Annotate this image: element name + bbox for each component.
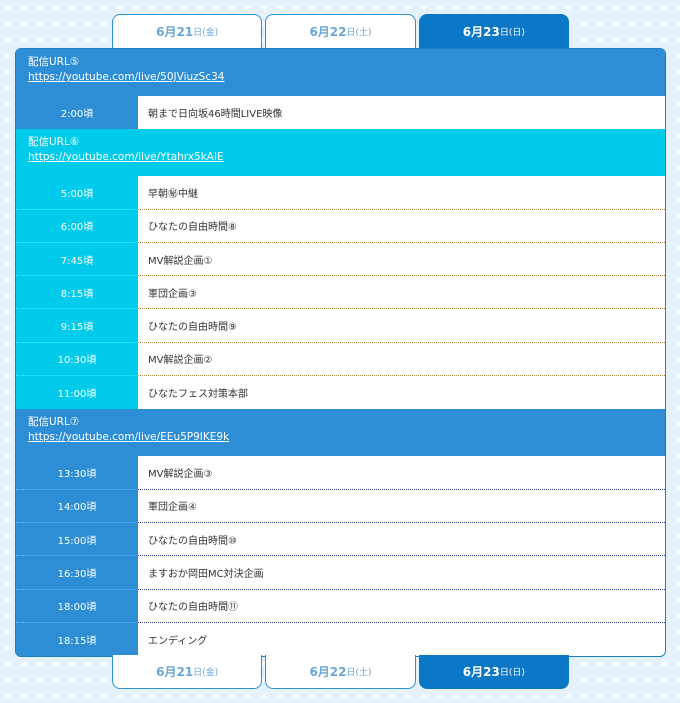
schedule-row: 7:45頃 MV解説企画①: [16, 242, 665, 277]
program-cell: ますおか岡田MC対決企画: [138, 556, 665, 590]
schedule-row: 9:15頃 ひなたの自由時間⑨: [16, 309, 665, 343]
tab-0621[interactable]: 6月21 日(金): [112, 655, 263, 689]
time-cell: 5:00頃: [16, 176, 138, 210]
schedule-row: 15:00頃 ひなたの自由時間⑩: [16, 522, 665, 557]
program-cell: ひなたの自由時間⑧: [138, 210, 665, 243]
time-cell: 8:15頃: [16, 276, 138, 310]
program-cell: ひなたの自由時間⑩: [138, 523, 665, 557]
stream-url-link[interactable]: https://youtube.com/live/50JViuzSc34: [28, 70, 653, 85]
time-cell: 7:45頃: [16, 242, 138, 277]
section-label: 配信URL⑥: [28, 136, 80, 149]
tab-0622[interactable]: 6月22 日(土): [265, 655, 416, 689]
program-cell: ひなたフェス対策本部: [148, 389, 248, 401]
time-cell: 10:30頃: [16, 342, 138, 377]
section-label: 配信URL⑦: [28, 416, 80, 429]
schedule-row: 2:00頃 朝まで日向坂46時間LIVE映像: [16, 96, 665, 130]
stream-section-5: 配信URL⑤ https://youtube.com/live/50JViuzS…: [16, 49, 665, 130]
stream-section-7: 配信URL⑦ https://youtube.com/live/EEu5P9IK…: [16, 409, 665, 656]
date-tabs-top: 6月21 日(金) 6月22 日(土) 6月23 日(日): [112, 14, 572, 48]
time-cell: 11:00頃: [16, 376, 138, 410]
schedule-row: 8:15頃 軍団企画③: [16, 276, 665, 310]
section-header: 配信URL⑥ https://youtube.com/live/Ytahrx5k…: [16, 129, 665, 177]
schedule-row: 18:00頃 ひなたの自由時間⑪: [16, 589, 665, 623]
program-cell: 朝まで日向坂46時間LIVE映像: [148, 109, 283, 121]
program-cell: MV解説企画③: [138, 456, 665, 490]
schedule-row: 14:00頃 軍団企画④: [16, 489, 665, 523]
section-header: 配信URL⑤ https://youtube.com/live/50JViuzS…: [16, 49, 665, 96]
section-header: 配信URL⑦ https://youtube.com/live/EEu5P9IK…: [16, 409, 665, 457]
time-cell: 13:30頃: [16, 456, 138, 490]
program-cell: 軍団企画④: [138, 490, 665, 523]
time-cell: 18:00頃: [16, 589, 138, 623]
time-cell: 15:00頃: [16, 522, 138, 557]
time-cell: 14:00頃: [16, 489, 138, 523]
tab-0622[interactable]: 6月22 日(土): [265, 14, 416, 48]
time-cell: 2:00頃: [16, 96, 138, 130]
time-cell: 16:30頃: [16, 556, 138, 590]
section-label: 配信URL⑤: [28, 56, 80, 68]
time-cell: 9:15頃: [16, 309, 138, 343]
schedule-row: 11:00頃 ひなたフェス対策本部: [16, 376, 665, 410]
program-cell: ひなたの自由時間⑨: [138, 309, 665, 343]
program-cell: 軍団企画③: [138, 276, 665, 310]
stream-url-link[interactable]: https://youtube.com/live/Ytahrx5kAlE: [28, 150, 653, 165]
schedule-panel: 配信URL⑤ https://youtube.com/live/50JViuzS…: [15, 48, 666, 657]
program-cell: MV解説企画①: [138, 243, 665, 277]
program-cell: MV解説企画②: [138, 343, 665, 377]
schedule-row: 16:30頃 ますおか岡田MC対決企画: [16, 556, 665, 590]
stream-section-6: 配信URL⑥ https://youtube.com/live/Ytahrx5k…: [16, 129, 665, 410]
schedule-row: 10:30頃 MV解説企画②: [16, 342, 665, 377]
tab-0623[interactable]: 6月23 日(日): [418, 655, 569, 689]
program-cell: エンディング: [148, 636, 208, 647]
program-cell: ひなたの自由時間⑪: [138, 590, 665, 623]
time-cell: 6:00頃: [16, 209, 138, 243]
schedule-row: 5:00頃 早朝㊙中継: [16, 176, 665, 210]
schedule-row: 18:15頃 エンディング: [16, 622, 665, 656]
schedule-row: 13:30頃 MV解説企画③: [16, 456, 665, 490]
tab-0621[interactable]: 6月21 日(金): [112, 14, 263, 48]
stream-url-link[interactable]: https://youtube.com/live/EEu5P9IKE9k: [28, 430, 653, 445]
date-tabs-bottom: 6月21 日(金) 6月22 日(土) 6月23 日(日): [112, 655, 572, 689]
program-cell: 早朝㊙中継: [138, 176, 665, 210]
tab-0623[interactable]: 6月23 日(日): [418, 14, 569, 48]
schedule-row: 6:00頃 ひなたの自由時間⑧: [16, 209, 665, 243]
time-cell: 18:15頃: [16, 622, 138, 656]
